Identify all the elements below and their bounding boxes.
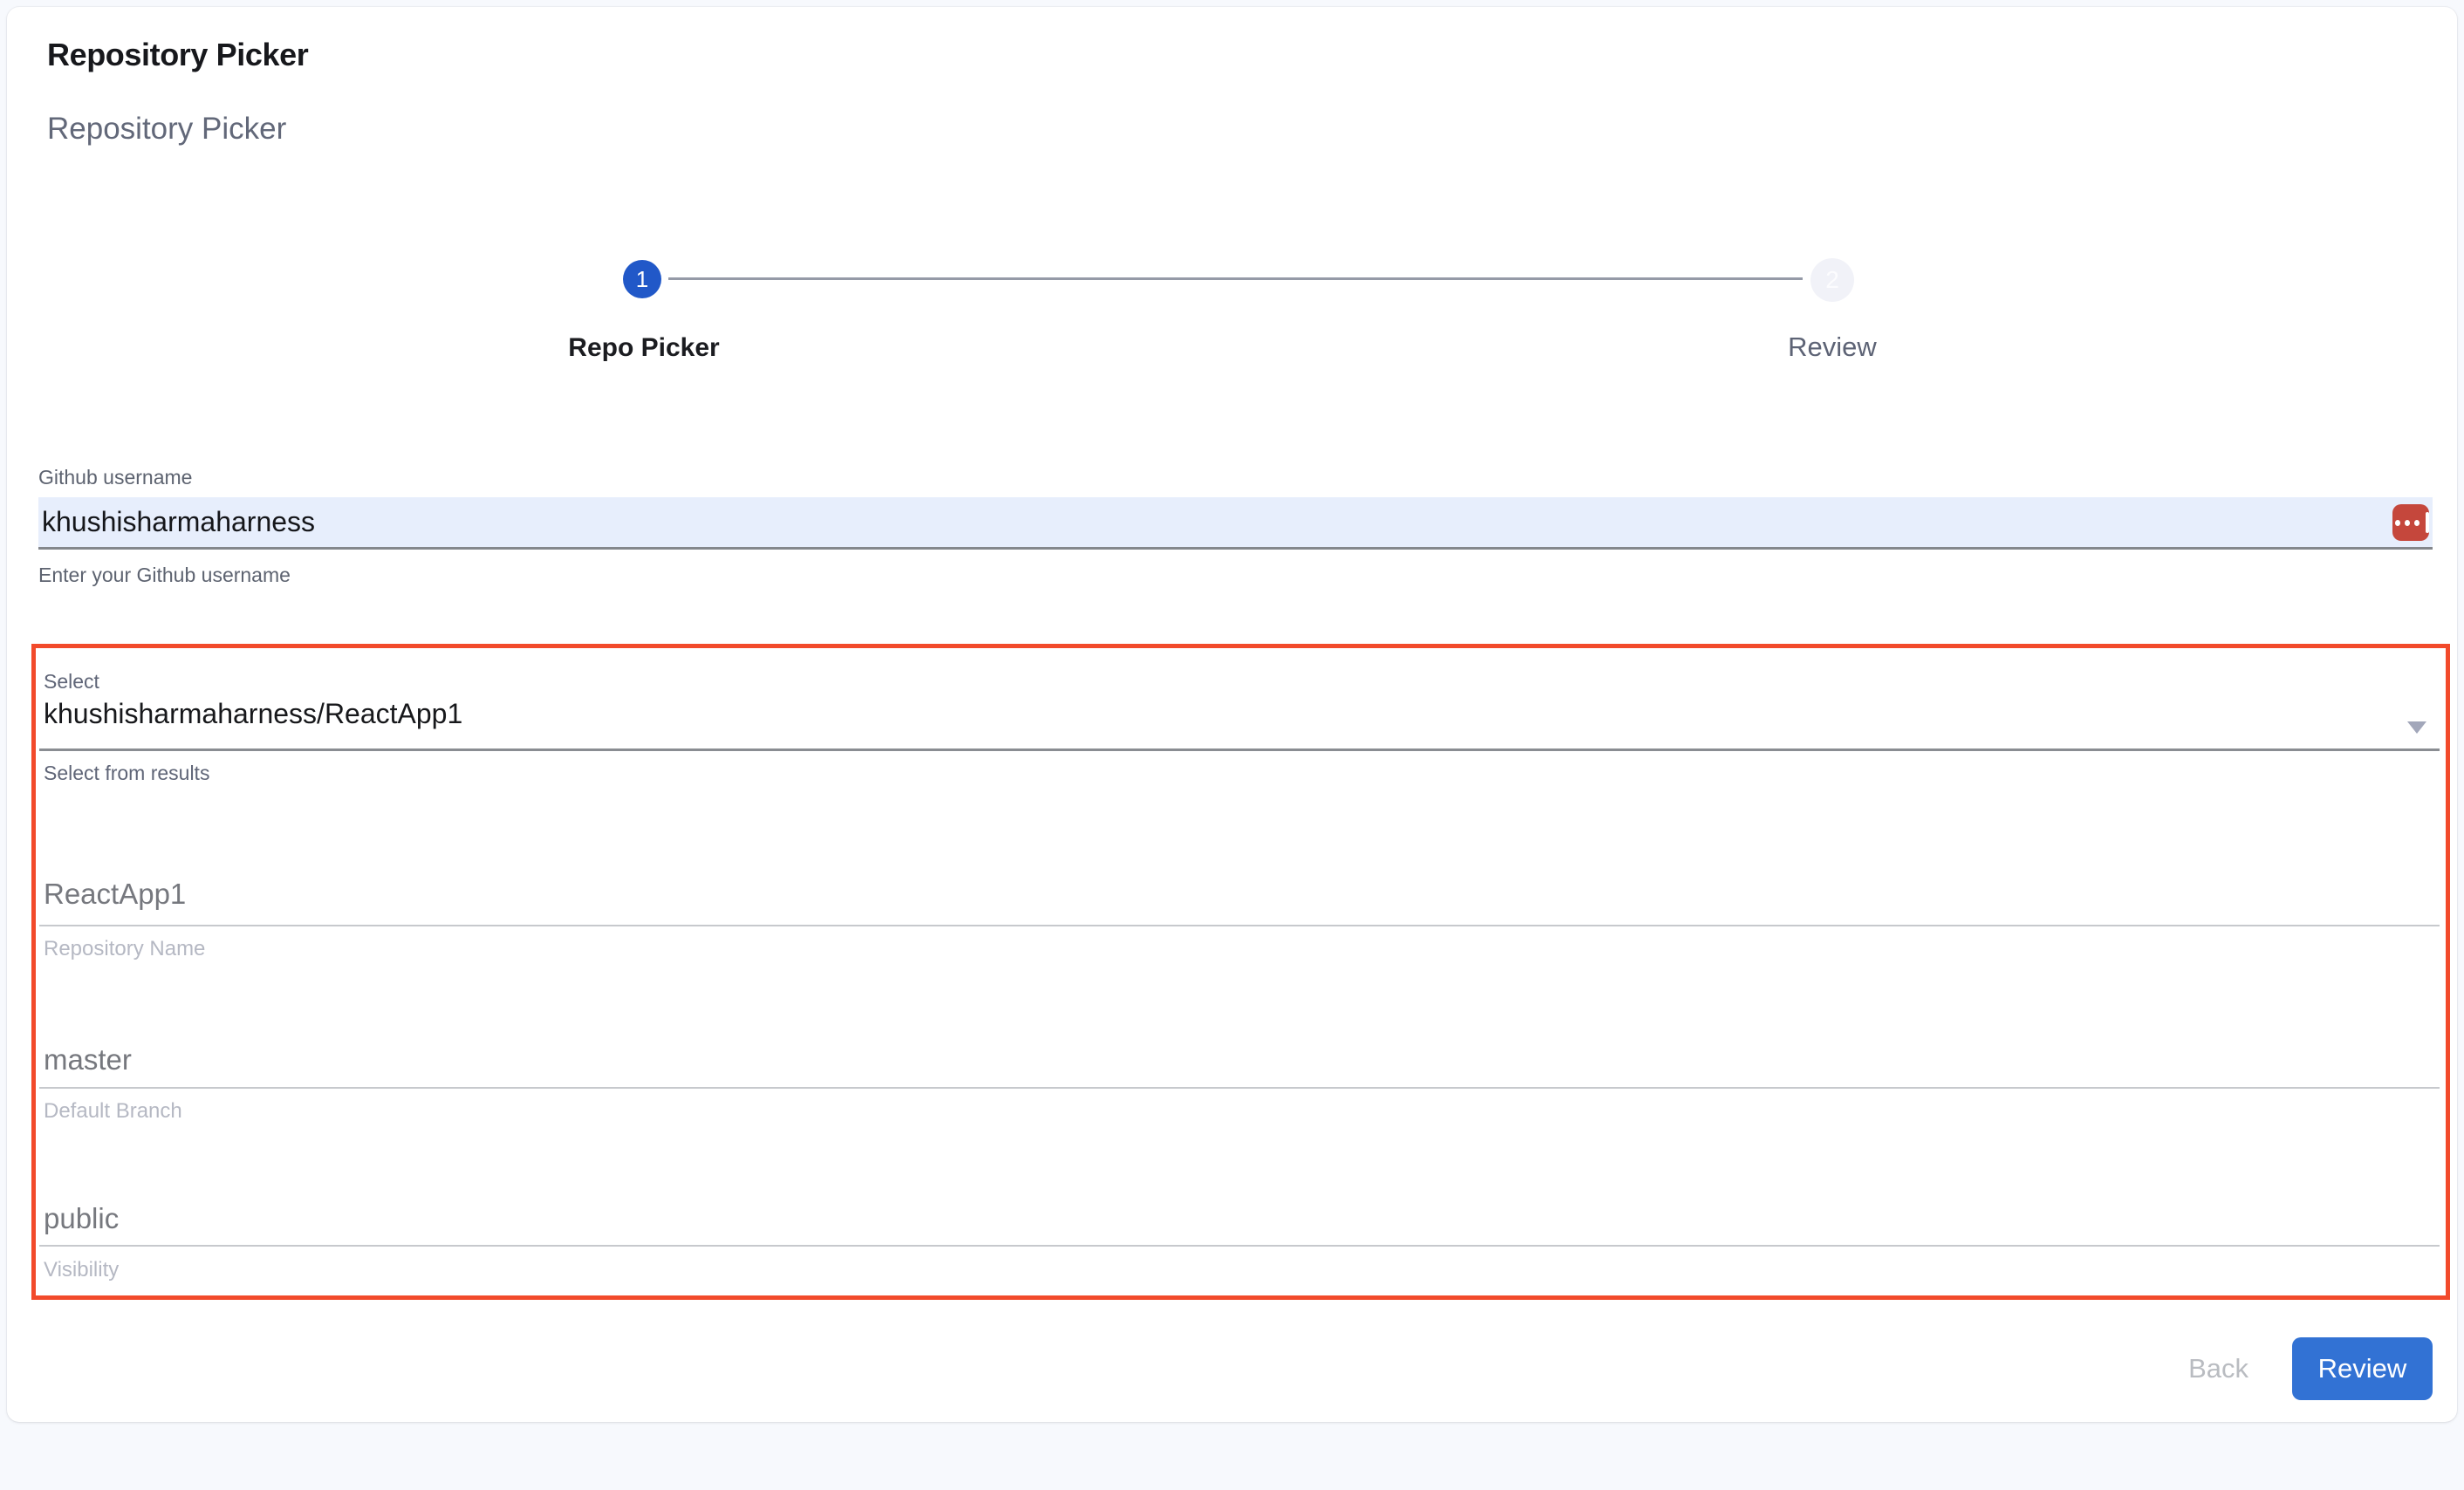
dot bbox=[2405, 520, 2410, 526]
visibility-value: public bbox=[44, 1202, 119, 1235]
github-username-input[interactable] bbox=[38, 497, 2433, 547]
default-branch-label: Default Branch bbox=[44, 1099, 182, 1124]
page-title: Repository Picker bbox=[47, 37, 308, 73]
password-manager-icon[interactable] bbox=[2392, 504, 2429, 541]
step-1-label: Repo Picker bbox=[513, 333, 775, 363]
chevron-down-icon[interactable] bbox=[2407, 721, 2426, 734]
repository-name-value: ReactApp1 bbox=[44, 878, 186, 911]
repository-name-underline bbox=[39, 925, 2440, 926]
back-button[interactable]: Back bbox=[2188, 1353, 2248, 1384]
dot bbox=[2414, 520, 2420, 526]
repository-name-label: Repository Name bbox=[44, 937, 205, 961]
github-username-inputwrap bbox=[38, 497, 2433, 550]
github-username-label: Github username bbox=[38, 466, 2433, 489]
cursor-bar bbox=[2426, 512, 2429, 533]
github-username-group: Github username Enter your Github userna… bbox=[38, 466, 2433, 587]
repository-picker-card: Repository Picker Repository Picker 1 2 … bbox=[7, 7, 2457, 1422]
page-subtitle: Repository Picker bbox=[47, 112, 286, 147]
step-2-number: 2 bbox=[1825, 266, 1839, 294]
step-1-number: 1 bbox=[636, 266, 648, 293]
repo-select-label: Select bbox=[44, 670, 99, 694]
default-branch-underline bbox=[39, 1087, 2440, 1089]
step-2-label: Review bbox=[1701, 331, 1963, 363]
highlighted-repo-section: Select khushisharmaharness/ReactApp1 Sel… bbox=[31, 644, 2450, 1300]
repo-select-underline bbox=[39, 748, 2440, 751]
visibility-label: Visibility bbox=[44, 1258, 119, 1282]
stepper-connector-line bbox=[668, 277, 1803, 280]
repo-select-dropdown[interactable]: khushisharmaharness/ReactApp1 bbox=[44, 698, 462, 730]
review-button[interactable]: Review bbox=[2292, 1337, 2433, 1400]
visibility-underline bbox=[39, 1245, 2440, 1247]
github-username-helper: Enter your Github username bbox=[38, 564, 2433, 587]
footer-actions: Back Review bbox=[2188, 1336, 2433, 1401]
step-1-circle[interactable]: 1 bbox=[623, 260, 661, 298]
step-2-circle[interactable]: 2 bbox=[1810, 258, 1854, 302]
repo-select-helper: Select from results bbox=[44, 762, 209, 785]
default-branch-value: master bbox=[44, 1043, 132, 1076]
dot bbox=[2395, 520, 2400, 526]
